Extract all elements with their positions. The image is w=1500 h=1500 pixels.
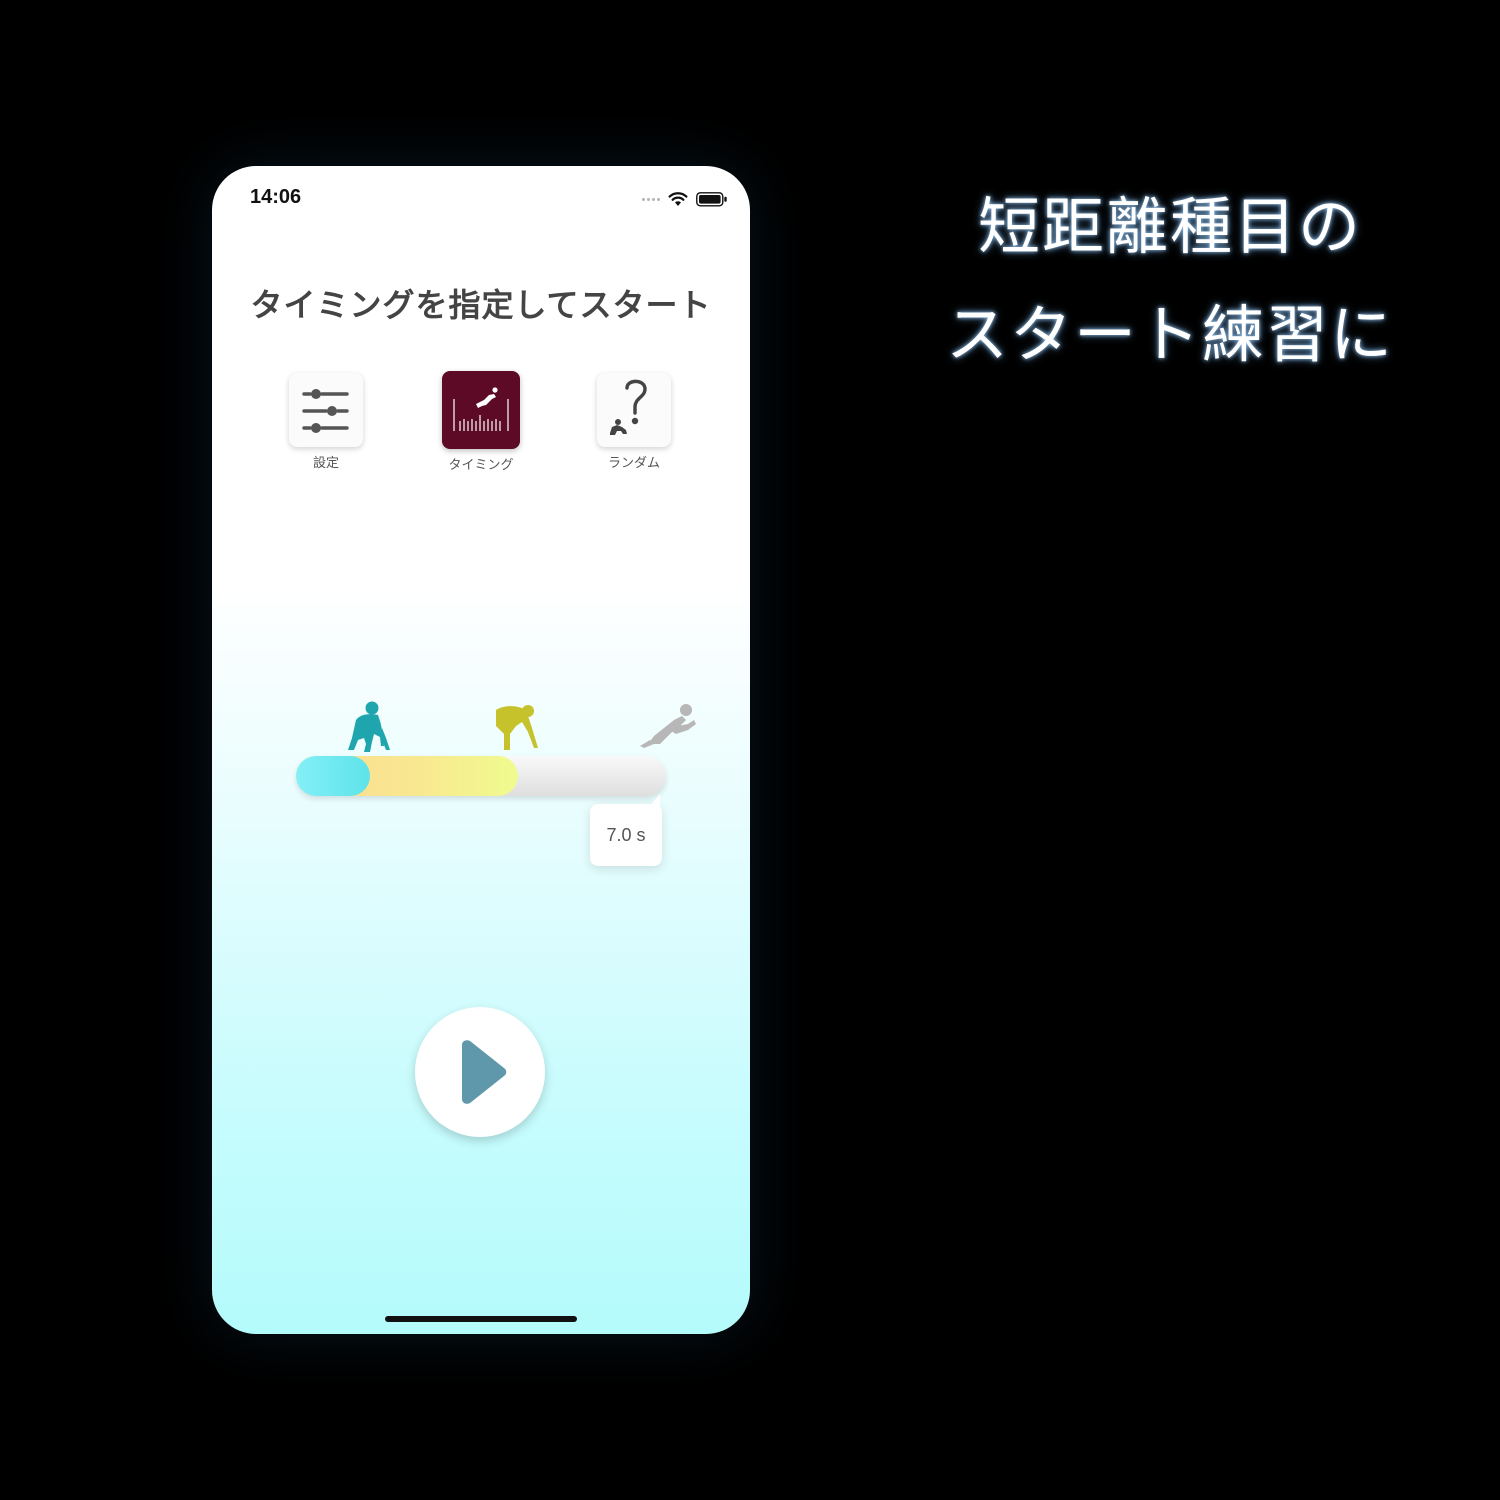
- mode-random[interactable]: ランダム: [579, 373, 689, 471]
- mode-settings[interactable]: 設定: [271, 373, 381, 471]
- page-title: タイミングを指定してスタート: [250, 286, 712, 324]
- mode-label-timing: タイミング: [448, 458, 514, 473]
- mode-label-random: ランダム: [607, 456, 660, 471]
- timing-button[interactable]: [442, 371, 520, 449]
- play-icon: [462, 1040, 507, 1104]
- timing-runner-icon: [453, 387, 509, 431]
- marks-phase-segment: [296, 756, 370, 796]
- time-value-label: 7.0 s: [590, 794, 662, 866]
- home-indicator[interactable]: [385, 1316, 577, 1322]
- set-runner-icon: [496, 705, 538, 750]
- caption-line-1: 短距離種目の: [977, 190, 1362, 263]
- screen: 14:06 タイミングを指定してスタート 設定 タイミング ランダム 7.0 s…: [0, 0, 1500, 1500]
- status-bar: 14:06: [212, 166, 750, 226]
- timing-slider[interactable]: [296, 756, 666, 796]
- play-button[interactable]: [415, 1007, 545, 1137]
- go-runner-icon: [640, 704, 696, 748]
- mode-label-settings: 設定: [312, 456, 339, 471]
- mode-timing[interactable]: タイミング: [426, 371, 536, 473]
- settings-button[interactable]: [289, 373, 363, 447]
- sliders-icon: [302, 389, 349, 433]
- battery-icon: [696, 191, 727, 207]
- phone-screen: 14:06 タイミングを指定してスタート 設定 タイミング ランダム 7.0 s: [212, 166, 750, 1334]
- status-icons: [642, 190, 728, 208]
- random-question-icon: [610, 379, 647, 435]
- caption-line-2: スタート練習に: [945, 298, 1394, 371]
- signal-icon: [642, 197, 660, 201]
- random-button[interactable]: [597, 373, 671, 447]
- wifi-icon: [668, 192, 688, 206]
- status-time: 14:06: [250, 186, 302, 208]
- on-your-marks-runner-icon: [348, 701, 390, 752]
